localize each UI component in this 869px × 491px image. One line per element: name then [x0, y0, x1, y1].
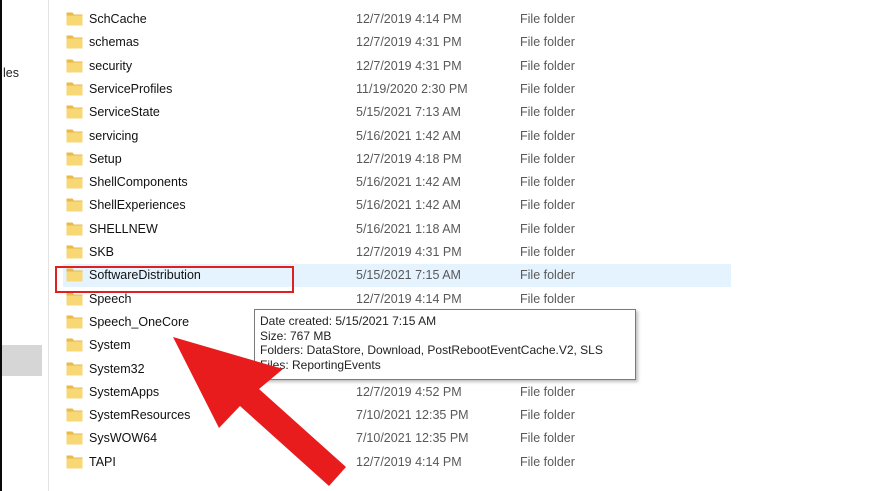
file-row[interactable]: schemas 12/7/2019 4:31 PM File folder	[49, 31, 869, 54]
file-type: File folder	[520, 151, 575, 166]
file-name[interactable]: Speech_OneCore	[89, 315, 189, 329]
file-row[interactable]: SchCache 12/7/2019 4:14 PM File folder	[49, 8, 869, 31]
file-date-modified: 12/7/2019 4:14 PM	[356, 12, 462, 26]
folder-icon	[66, 174, 83, 189]
folder-icon	[66, 244, 83, 259]
file-name[interactable]: SysWOW64	[89, 431, 157, 445]
folder-icon	[66, 151, 83, 166]
file-name[interactable]: SystemResources	[89, 408, 190, 422]
file-date-modified: 12/7/2019 4:52 PM	[356, 384, 462, 399]
nav-item-selected[interactable]	[2, 345, 42, 376]
file-date-modified: 12/7/2019 4:18 PM	[356, 151, 462, 166]
folder-icon	[66, 221, 83, 236]
file-date-modified: 5/16/2021 1:42 AM	[356, 175, 461, 190]
file-type: File folder	[520, 291, 575, 306]
folder-icon	[66, 384, 83, 399]
file-date-modified: 12/7/2019 4:31 PM	[356, 35, 462, 50]
folder-tooltip: Date created: 5/15/2021 7:15 AM Size: 76…	[254, 309, 636, 380]
tooltip-date-created: Date created: 5/15/2021 7:15 AM	[260, 314, 437, 328]
file-name[interactable]: SKB	[89, 245, 114, 259]
file-row[interactable]: ServiceState 5/15/2021 7:13 AM File folder	[49, 101, 869, 124]
file-name[interactable]: ShellComponents	[89, 175, 188, 189]
file-type: File folder	[520, 58, 575, 73]
folder-icon	[66, 430, 83, 445]
file-row[interactable]: SystemResources 7/10/2021 12:35 PM File fo…	[49, 404, 869, 427]
file-row[interactable]: TAPI 12/7/2019 4:14 PM File folder	[49, 451, 869, 474]
file-row[interactable]: security 12/7/2019 4:31 PM File folder	[49, 55, 869, 78]
file-row[interactable]: SysWOW64 7/10/2021 12:35 PM File folder	[49, 427, 869, 450]
file-list: SchCache 12/7/2019 4:14 PM File folder sche…	[49, 0, 869, 491]
file-type: File folder	[520, 384, 575, 399]
file-date-modified: 12/7/2019 4:14 PM	[356, 454, 462, 469]
navigation-pane: les	[0, 0, 48, 491]
folder-icon	[66, 34, 83, 49]
file-row[interactable]: ShellComponents 5/16/2021 1:42 AM File fol…	[49, 171, 869, 194]
file-name[interactable]: Speech	[89, 292, 131, 306]
folder-icon	[66, 361, 83, 376]
file-type: File folder	[520, 175, 575, 190]
file-type: File folder	[520, 81, 575, 96]
file-type: File folder	[520, 128, 575, 143]
file-name[interactable]: SystemApps	[89, 385, 159, 399]
file-name[interactable]: schemas	[89, 35, 139, 49]
file-name[interactable]: ShellExperiences	[89, 198, 186, 212]
file-name[interactable]: System32	[89, 362, 145, 376]
folder-icon	[66, 104, 83, 119]
file-row[interactable]: SHELLNEW 5/16/2021 1:18 AM File folder	[49, 218, 869, 241]
file-name[interactable]: Setup	[89, 152, 122, 166]
window-border	[0, 0, 2, 491]
folder-icon	[66, 197, 83, 212]
folder-icon	[66, 314, 83, 329]
file-date-modified: 7/10/2021 12:35 PM	[356, 408, 469, 423]
file-name[interactable]: servicing	[89, 129, 138, 143]
file-row[interactable]: ServiceProfiles 11/19/2020 2:30 PM File fo…	[49, 78, 869, 101]
file-row[interactable]: ShellExperiences 5/16/2021 1:42 AM File fo…	[49, 194, 869, 217]
file-type: File folder	[520, 105, 575, 120]
folder-icon	[66, 58, 83, 73]
file-type: File folder	[520, 431, 575, 446]
highlight-box	[55, 266, 294, 293]
file-row[interactable]: servicing 5/16/2021 1:42 AM File folder	[49, 125, 869, 148]
file-type: File folder	[520, 268, 575, 283]
file-date-modified: 5/16/2021 1:42 AM	[356, 198, 461, 213]
file-name[interactable]: ServiceProfiles	[89, 82, 172, 96]
tooltip-files: Files: ReportingEvents	[260, 357, 381, 372]
file-date-modified: 5/16/2021 1:42 AM	[356, 128, 461, 143]
file-type: File folder	[520, 454, 575, 469]
folder-icon	[66, 128, 83, 143]
file-type: File folder	[520, 221, 575, 236]
file-type: File folder	[520, 35, 575, 50]
file-date-modified: 12/7/2019 4:14 PM	[356, 291, 462, 306]
file-name[interactable]: SchCache	[89, 12, 147, 26]
file-date-modified: 11/19/2020 2:30 PM	[356, 81, 468, 96]
file-row[interactable]: SystemApps 12/7/2019 4:52 PM File folder	[49, 381, 869, 404]
folder-icon	[66, 81, 83, 96]
file-type: File folder	[520, 245, 575, 259]
file-row[interactable]: Setup 12/7/2019 4:18 PM File folder	[49, 148, 869, 171]
file-explorer: les SchCache 12/7/2019 4:14 PM File folder…	[0, 0, 869, 491]
file-date-modified: 5/15/2021 7:15 AM	[356, 268, 461, 283]
file-date-modified: 5/16/2021 1:18 AM	[356, 221, 461, 236]
tooltip-size: Size: 767 MB	[260, 328, 332, 343]
folder-icon	[66, 337, 83, 352]
folder-icon	[66, 407, 83, 422]
file-name[interactable]: ServiceState	[89, 105, 160, 119]
file-date-modified: 7/10/2021 12:35 PM	[356, 431, 469, 446]
file-name[interactable]: SHELLNEW	[89, 222, 158, 236]
file-date-modified: 5/15/2021 7:13 AM	[356, 105, 461, 120]
file-name[interactable]: TAPI	[89, 455, 116, 469]
file-type: File folder	[520, 12, 575, 26]
file-name[interactable]: System	[89, 338, 131, 352]
file-date-modified: 12/7/2019 4:31 PM	[356, 58, 462, 73]
file-type: File folder	[520, 408, 575, 423]
file-type: File folder	[520, 198, 575, 213]
file-name[interactable]: security	[89, 59, 132, 73]
folder-icon	[66, 11, 83, 26]
folder-icon	[66, 454, 83, 469]
file-date-modified: 12/7/2019 4:31 PM	[356, 245, 462, 259]
file-row[interactable]: SKB 12/7/2019 4:31 PM File folder	[49, 241, 869, 264]
nav-item-label[interactable]: les	[3, 66, 19, 80]
tooltip-folders: Folders: DataStore, Download, PostReboot…	[260, 343, 603, 357]
